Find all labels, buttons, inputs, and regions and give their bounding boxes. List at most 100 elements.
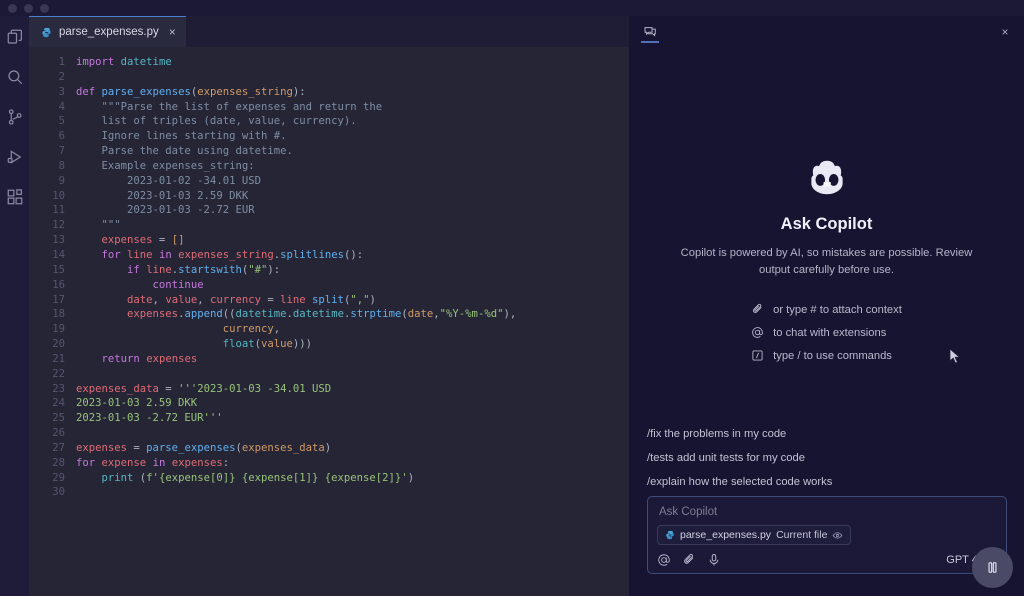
hint-label: or type # to attach context — [773, 303, 902, 316]
eye-icon[interactable] — [832, 530, 843, 541]
code-token: expenses — [101, 234, 153, 247]
code-token: ) — [369, 293, 376, 306]
code-line: 18 expenses.append((datetime.datetime.st… — [29, 307, 629, 322]
code-token: date — [127, 293, 153, 306]
line-number: 29 — [52, 471, 65, 484]
editor-tab-parse-expenses[interactable]: parse_expenses.py × — [29, 16, 186, 47]
code-token: ): — [292, 85, 306, 98]
code-token: : — [222, 456, 230, 469]
maximize-window-button[interactable] — [40, 3, 49, 13]
code-line: 25 2023-01-03 -2.72 EUR''' — [29, 411, 629, 426]
code-token: def — [76, 85, 96, 98]
line-text: Example expenses_string: — [76, 159, 629, 174]
line-number: 30 — [52, 486, 65, 499]
code-token: ) — [324, 441, 332, 454]
code-token: datetime — [292, 308, 344, 321]
line-number: 9 — [58, 174, 65, 187]
line-number: 14 — [52, 248, 65, 261]
code-line: 6 Ignore lines starting with #. — [29, 129, 629, 144]
code-token: "%Y-%m-%d" — [439, 308, 504, 321]
line-number: 11 — [52, 204, 65, 217]
copilot-panel-header: × — [629, 16, 1024, 47]
copilot-description: Copilot is powered by AI, so mistakes ar… — [680, 247, 973, 276]
code-line: 23 expenses_data = '''2023-01-03 -34.01 U… — [29, 382, 629, 397]
explorer-icon[interactable] — [6, 28, 24, 46]
code-token: in — [158, 248, 172, 261]
paperclip-icon[interactable] — [682, 553, 696, 567]
code-token: ) — [407, 471, 415, 484]
pause-button[interactable] — [972, 547, 1013, 588]
line-number: 13 — [52, 234, 65, 247]
slash-command-tests[interactable]: /tests add unit tests for my code — [647, 452, 832, 464]
run-debug-icon[interactable] — [6, 148, 24, 166]
at-icon[interactable] — [657, 553, 671, 567]
code-token: (): — [343, 248, 364, 261]
chat-icon[interactable] — [637, 19, 663, 45]
code-token: , — [197, 293, 210, 306]
source-control-icon[interactable] — [6, 108, 24, 126]
line-number: 17 — [52, 293, 65, 306]
line-text: """ — [76, 218, 629, 233]
minimize-window-button[interactable] — [24, 3, 33, 13]
code-token: f' — [146, 471, 159, 484]
editor-area: parse_expenses.py × 1 import datetime 2 3 de… — [29, 16, 629, 596]
search-icon[interactable] — [6, 68, 24, 86]
code-token: float — [222, 338, 255, 351]
code-token: """ — [76, 219, 121, 232]
at-icon — [751, 326, 764, 339]
microphone-icon[interactable] — [707, 553, 721, 567]
line-text: expenses_data = '''2023-01-03 -34.01 USD — [76, 382, 629, 397]
code-line: 17 date, value, currency = line split(",… — [29, 293, 629, 308]
code-token: parse_expenses — [146, 441, 236, 454]
copilot-input-box[interactable]: Ask Copilot parse_expenses.py Current fi… — [647, 496, 1007, 574]
code-token: expenses_string — [178, 248, 274, 261]
code-token: = — [152, 234, 172, 247]
code-line: 29 print (f'{expense[0]} {expense[1]} {e… — [29, 471, 629, 486]
code-line: 20 float(value))) — [29, 337, 629, 352]
code-line: 30 — [29, 485, 629, 500]
line-number: 7 — [58, 145, 65, 158]
code-token: Parse the date using datetime. — [76, 145, 293, 158]
line-text: Ignore lines starting with #. — [76, 129, 629, 144]
line-text: """Parse the list of expenses and return… — [76, 100, 629, 115]
code-line: 2 — [29, 70, 629, 85]
vscode-window: parse_expenses.py × 1 import datetime 2 3 de… — [0, 0, 1024, 596]
code-token: ): — [267, 263, 281, 276]
code-token: line — [146, 263, 172, 276]
code-token: parse_expenses — [101, 85, 191, 98]
hint-attach-context: or type # to attach context — [751, 303, 902, 316]
editor-tab-close-icon[interactable]: × — [169, 26, 176, 38]
slash-command-list: /fix the problems in my code /tests add … — [647, 428, 832, 488]
code-token: date — [407, 308, 434, 321]
close-panel-icon[interactable]: × — [994, 21, 1016, 43]
code-token: value — [165, 293, 198, 306]
close-window-button[interactable] — [8, 3, 17, 13]
extensions-icon[interactable] — [6, 188, 24, 206]
slash-command-fix[interactable]: /fix the problems in my code — [647, 428, 832, 440]
line-text: expenses = parse_expenses(expenses_data) — [76, 441, 629, 456]
code-token: """Parse the list of expenses and return… — [76, 100, 383, 113]
code-token: expenses_string — [197, 85, 293, 98]
hint-label: to chat with extensions — [773, 326, 887, 339]
line-number: 20 — [52, 338, 65, 351]
code-token: expenses — [146, 352, 198, 365]
context-file-chip[interactable]: parse_expenses.py Current file — [657, 525, 852, 545]
paperclip-icon — [751, 303, 764, 316]
line-text — [76, 426, 629, 441]
slash-command-explain[interactable]: /explain how the selected code works — [647, 476, 832, 488]
code-token: continue — [152, 278, 204, 291]
copilot-title: Ask Copilot — [780, 215, 873, 233]
copilot-input-placeholder[interactable]: Ask Copilot — [657, 505, 997, 525]
copilot-input-footer: GPT 4o — [657, 553, 997, 567]
code-token: {expense[0]} {expense[1]} {expense[2]} — [158, 471, 402, 484]
line-number: 22 — [52, 367, 65, 380]
code-editor[interactable]: 1 import datetime 2 3 def parse_expenses(exp… — [29, 47, 629, 596]
code-token: (( — [222, 308, 236, 321]
code-line: 4 """Parse the list of expenses and retu… — [29, 100, 629, 115]
code-line: 19 currency, — [29, 322, 629, 337]
code-line: 13 expenses = [] — [29, 233, 629, 248]
slash-command-icon — [751, 349, 764, 362]
line-text: return expenses — [76, 352, 629, 367]
